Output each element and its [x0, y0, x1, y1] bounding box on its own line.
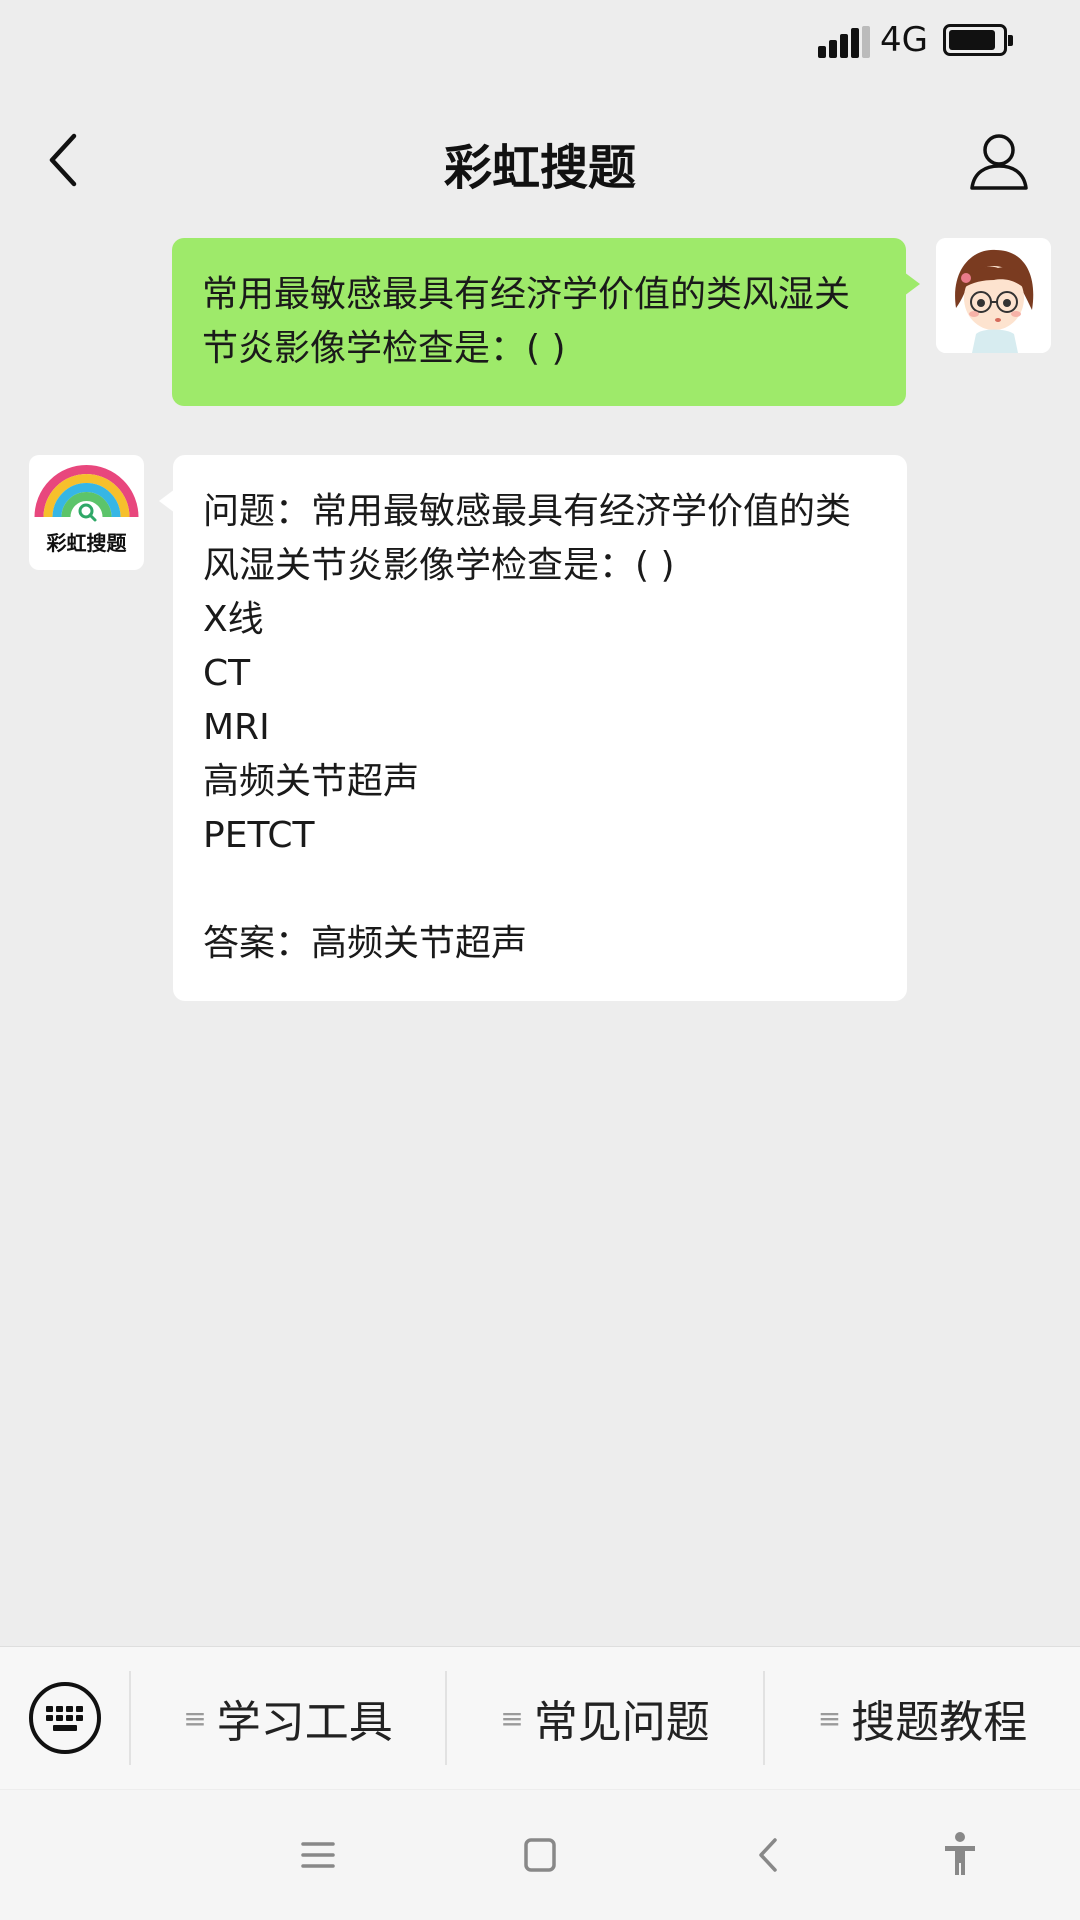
bot-message-line: 高频关节超声: [203, 761, 420, 802]
accessibility-icon: [945, 1832, 975, 1875]
bot-avatar-label: 彩虹搜题: [46, 531, 127, 555]
home-square-icon: [524, 1838, 556, 1872]
rainbow-logo-icon: [34, 465, 139, 522]
bot-message-bubble[interactable]: 问题：常用最敏感最具有经济学价值的类风湿关节炎影像学检查是：( ) X线 CT …: [159, 455, 907, 1001]
bot-message-line: PETCT: [203, 815, 315, 856]
bottom-menu-bar: ≡ 学习工具 ≡ 常见问题 ≡ 搜题教程: [0, 1646, 1080, 1789]
status-bar: 4G: [0, 0, 1080, 82]
bot-message-line: CT: [203, 653, 251, 694]
profile-button[interactable]: [968, 130, 1030, 192]
menu-lines-icon: ≡: [500, 1701, 524, 1735]
menu-item-label: 搜题教程: [851, 1697, 1028, 1748]
battery-level: [949, 30, 996, 50]
menu-icon: [301, 1842, 335, 1868]
battery-icon: [943, 24, 1013, 56]
signal-strength-icon: [818, 26, 870, 58]
nav-accessibility-button[interactable]: [925, 1820, 995, 1890]
header: 彩虹搜题: [0, 100, 1080, 220]
menu-item-label: 学习工具: [216, 1697, 393, 1748]
bot-message-line: MRI: [203, 707, 270, 748]
nav-menu-button[interactable]: [283, 1820, 353, 1890]
keyboard-toggle-button[interactable]: [28, 1681, 102, 1755]
cartoon-girl-avatar-icon: [936, 238, 1051, 353]
menu-item-study-tools[interactable]: ≡ 学习工具: [131, 1647, 445, 1789]
nav-back-button[interactable]: [733, 1820, 803, 1890]
person-outline-icon: [970, 134, 1028, 190]
bot-avatar[interactable]: 彩虹搜题: [29, 455, 144, 570]
back-icon: [759, 1838, 777, 1872]
menu-lines-icon: ≡: [817, 1701, 842, 1735]
bot-message-line: 问题：常用最敏感最具有经济学价值的类风湿关节炎影像学检查是：( ): [203, 491, 852, 586]
keyboard-icon: [29, 1682, 101, 1754]
menu-item-tutorial[interactable]: ≡ 搜题教程: [765, 1647, 1080, 1789]
menu-lines-icon: ≡: [183, 1701, 207, 1735]
page-title: 彩虹搜题: [443, 140, 636, 196]
user-avatar[interactable]: [936, 238, 1051, 353]
menu-item-faq[interactable]: ≡ 常见问题: [447, 1647, 763, 1789]
nav-home-button[interactable]: [505, 1820, 575, 1890]
bot-message-line: [203, 863, 877, 917]
menu-item-label: 常见问题: [533, 1697, 710, 1748]
system-nav-bar: [0, 1790, 1080, 1920]
bot-message-line: 答案：高频关节超声: [203, 923, 528, 964]
network-type: 4G: [880, 20, 928, 60]
bot-message-line: X线: [203, 599, 264, 640]
user-message-bubble[interactable]: 常用最敏感最具有经济学价值的类风湿关节炎影像学检查是：( ): [172, 238, 920, 406]
